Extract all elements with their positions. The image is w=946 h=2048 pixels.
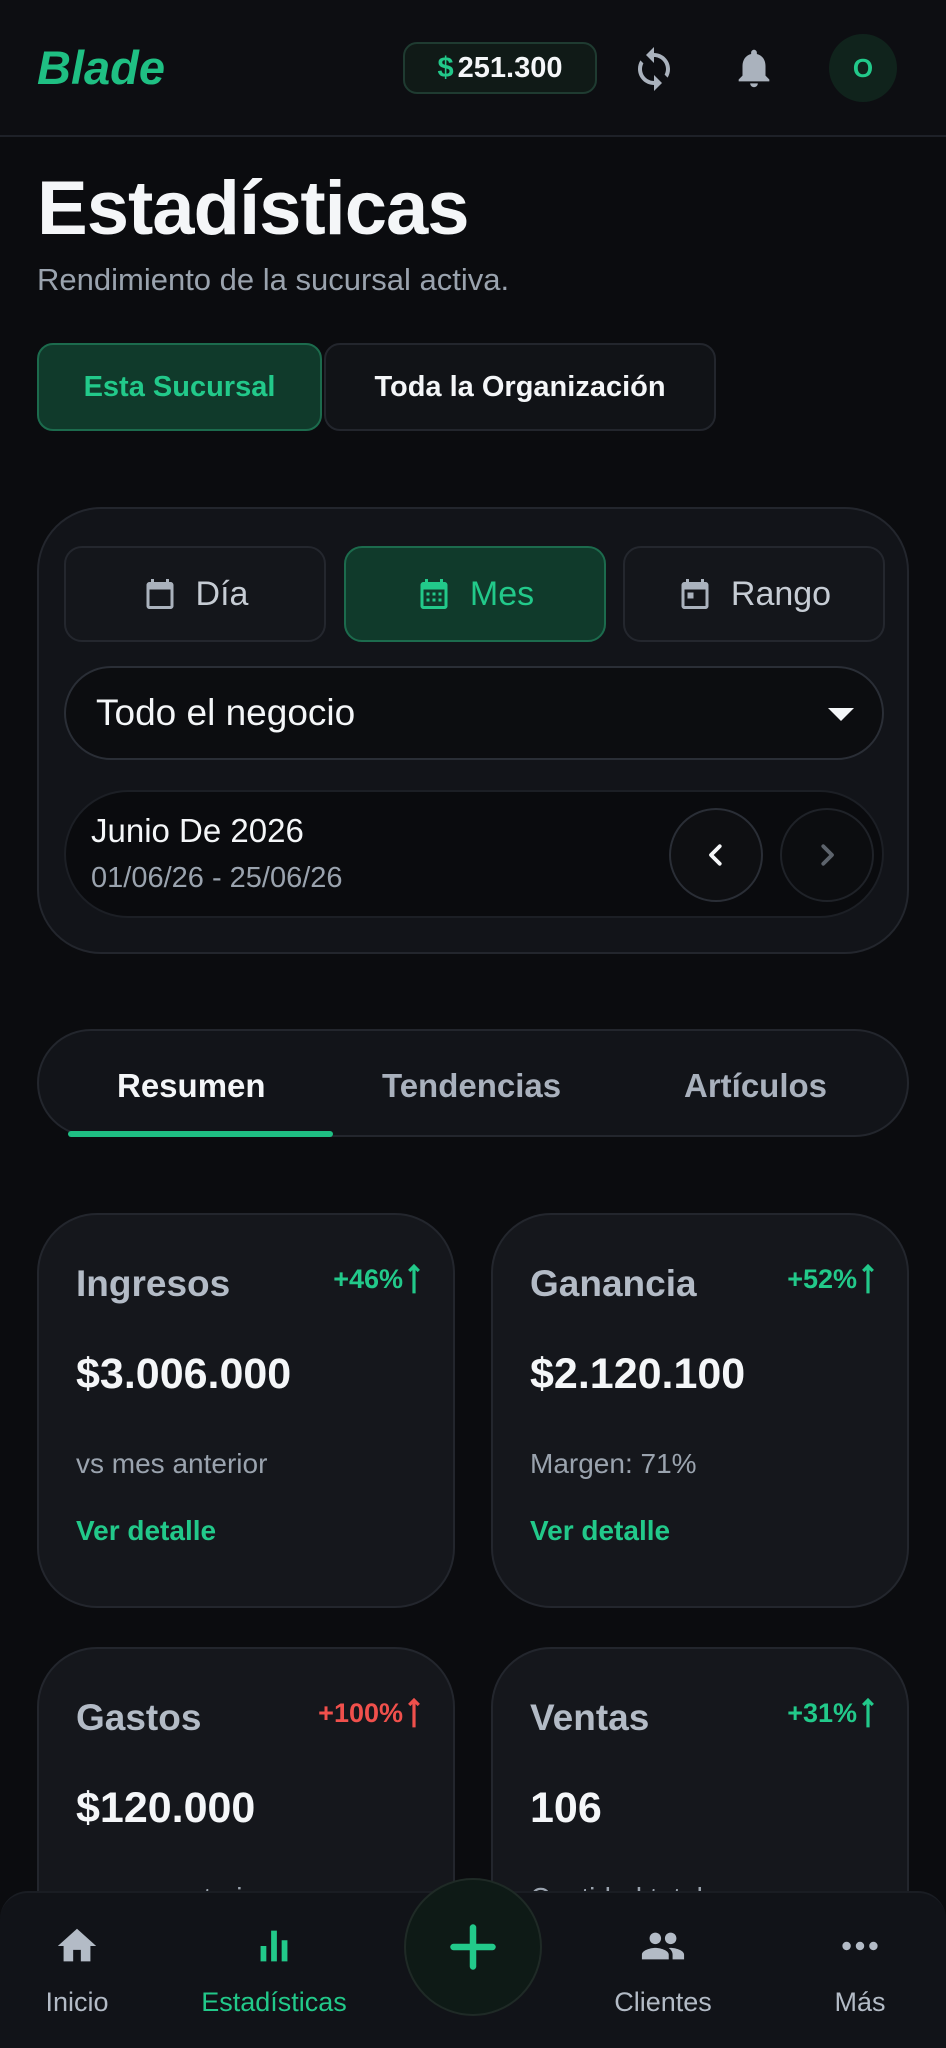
period-day-label: Día <box>195 574 249 613</box>
calendar-icon <box>681 579 709 609</box>
stat-change-value: +31% <box>787 1697 857 1728</box>
stat-value: 106 <box>530 1784 602 1832</box>
balance-value: 251.300 <box>457 51 563 84</box>
people-icon <box>641 1932 685 1960</box>
period-month-button[interactable]: Mes <box>344 546 606 642</box>
stat-label: Gastos <box>76 1697 202 1738</box>
date-navigator: Junio De 2026 01/06/26 - 25/06/26 <box>64 790 884 918</box>
nav-label: Más <box>834 1987 886 2017</box>
calendar-icon <box>146 579 174 609</box>
period-range-button[interactable]: Rango <box>623 546 885 642</box>
arrow-up-icon <box>408 1697 420 1728</box>
nav-item-clientes[interactable]: Clientes <box>578 1923 748 2018</box>
tab-resumen[interactable]: Resumen <box>117 1067 266 1105</box>
date-title: Junio De 2026 <box>91 812 304 849</box>
filter-card: Día Mes Rango Todo el negocio Junio De 2… <box>37 507 909 954</box>
page-subtitle: Rendimiento de la sucursal activa. <box>37 262 510 297</box>
nav-item-inicio[interactable]: Inicio <box>0 1923 162 2018</box>
stat-change: +31% <box>787 1697 875 1729</box>
nav-item-mas[interactable]: Más <box>775 1923 945 2018</box>
balance-currency: $ <box>437 51 454 84</box>
date-range: 01/06/26 - 25/06/26 <box>91 862 343 894</box>
tab-tendencias[interactable]: Tendencias <box>382 1067 561 1105</box>
stat-change: +46% <box>333 1263 421 1295</box>
section-tabs: Resumen Tendencias Artículos <box>37 1029 909 1137</box>
plus-icon <box>450 1924 496 1970</box>
add-button[interactable] <box>404 1878 542 2016</box>
scope-select-value: Todo el negocio <box>96 692 356 733</box>
more-icon <box>842 1941 878 1951</box>
nav-label: Inicio <box>45 1987 109 2017</box>
stat-value: $120.000 <box>76 1784 256 1832</box>
stat-label: Ventas <box>530 1697 650 1738</box>
chevron-right-icon <box>821 844 834 866</box>
arrow-up-icon <box>862 1697 874 1728</box>
period-day-button[interactable]: Día <box>64 546 326 642</box>
top-app-bar: Blade $ 251.300 O <box>0 0 946 137</box>
user-avatar[interactable]: O <box>829 34 897 102</box>
home-icon <box>57 1928 97 1962</box>
business-scope-select[interactable]: Todo el negocio <box>64 666 884 760</box>
next-period-button[interactable] <box>780 808 874 902</box>
bar-chart-icon <box>260 1930 288 1962</box>
period-month-label: Mes <box>469 574 535 613</box>
bell-icon[interactable] <box>731 44 777 92</box>
stat-change-value: +52% <box>787 1263 857 1294</box>
balance-badge[interactable]: $ 251.300 <box>403 42 597 94</box>
previous-period-button[interactable] <box>669 808 763 902</box>
stat-change: +52% <box>787 1263 875 1295</box>
stat-note: vs mes anterior <box>76 1448 268 1479</box>
brand-logo[interactable]: Blade <box>37 40 165 95</box>
stat-label: Ganancia <box>530 1263 697 1304</box>
nav-item-estadisticas[interactable]: Estadísticas <box>189 1923 359 2018</box>
ver-detalle-link[interactable]: Ver detalle <box>76 1515 216 1547</box>
stat-change-value: +100% <box>318 1697 403 1728</box>
stat-label: Ingresos <box>76 1263 231 1304</box>
active-tab-indicator <box>68 1131 333 1137</box>
calendar-icon <box>420 579 448 609</box>
nav-label: Clientes <box>614 1987 712 2017</box>
stat-change-value: +46% <box>333 1263 403 1294</box>
stat-change: +100% <box>318 1697 421 1729</box>
stat-note: Margen: 71% <box>530 1448 697 1479</box>
scope-tabs: Esta Sucursal Toda la Organización <box>37 343 716 431</box>
stat-card-ingresos[interactable]: Ingresos +46% $3.006.000 vs mes anterior… <box>37 1213 455 1608</box>
tab-esta-sucursal[interactable]: Esta Sucursal <box>37 343 322 431</box>
nav-label: Estadísticas <box>201 1987 347 2017</box>
ver-detalle-link[interactable]: Ver detalle <box>530 1515 670 1547</box>
stat-value: $2.120.100 <box>530 1350 746 1398</box>
arrow-up-icon <box>408 1263 420 1294</box>
chevron-left-icon <box>709 844 722 866</box>
page-title: Estadísticas <box>37 166 470 251</box>
sync-icon[interactable] <box>630 45 678 93</box>
tab-toda-la-organizacion[interactable]: Toda la Organización <box>324 343 716 431</box>
period-range-label: Rango <box>730 574 832 613</box>
arrow-up-icon <box>862 1263 874 1294</box>
stat-value: $3.006.000 <box>76 1350 292 1398</box>
tab-articulos[interactable]: Artículos <box>684 1067 827 1105</box>
chevron-down-icon <box>828 708 854 721</box>
stat-card-ganancia[interactable]: Ganancia +52% $2.120.100 Margen: 71% Ver… <box>491 1213 909 1608</box>
